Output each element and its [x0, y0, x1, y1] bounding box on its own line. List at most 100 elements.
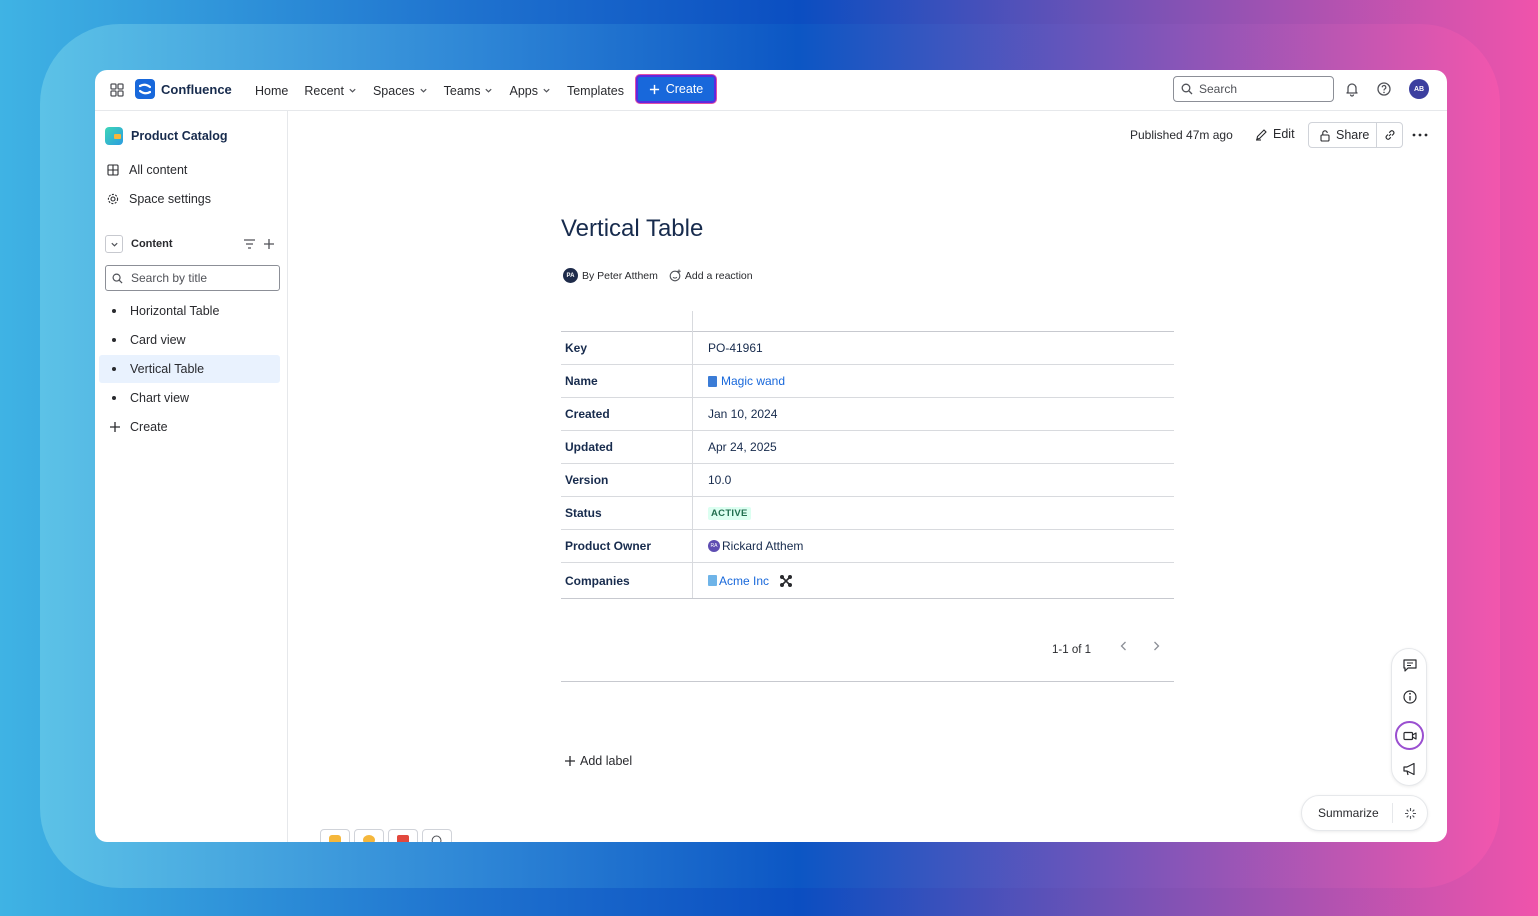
pencil-icon	[1256, 128, 1267, 141]
top-navigation: Confluence Home Recent Spaces Teams Apps…	[95, 70, 1447, 111]
row-value: 10.0	[693, 473, 731, 487]
add-label-text: Add label	[580, 754, 633, 768]
nav-spaces[interactable]: Spaces	[365, 70, 436, 111]
more-actions-icon[interactable]	[1411, 127, 1429, 143]
video-record-button[interactable]	[1395, 721, 1424, 750]
add-label-button[interactable]: Add label	[564, 754, 632, 768]
tree-item-horizontal-table[interactable]: Horizontal Table	[99, 297, 280, 325]
summarize-button[interactable]: Summarize	[1302, 803, 1393, 823]
row-value: ACTIVE	[693, 506, 751, 520]
edit-button[interactable]: Edit	[1255, 127, 1295, 141]
company-link[interactable]: Acme Inc	[719, 574, 769, 588]
row-key: Product Owner	[561, 530, 693, 562]
author-avatar[interactable]: PA	[563, 268, 578, 283]
content-section-header: Content	[105, 235, 275, 253]
row-key: Status	[561, 497, 693, 529]
plus-icon	[649, 84, 659, 94]
byline: PA By Peter Atthem Add a reaction	[563, 268, 753, 283]
tree-item-label: Horizontal Table	[130, 304, 220, 318]
page-icon	[708, 375, 717, 387]
notifications-bell-icon[interactable]	[1344, 81, 1360, 97]
nav-teams[interactable]: Teams	[436, 70, 502, 111]
plus-icon	[110, 422, 120, 432]
key-value: PO-41961	[708, 341, 763, 355]
author-name[interactable]: By Peter Atthem	[582, 270, 658, 282]
chevron-down-icon	[485, 88, 493, 93]
chevron-left-icon[interactable]	[1118, 640, 1130, 652]
nav-templates[interactable]: Templates	[559, 70, 632, 111]
nav-recent[interactable]: Recent	[296, 70, 365, 111]
content-label: Content	[131, 238, 173, 250]
search-by-title-input[interactable]: Search by title	[105, 265, 280, 291]
grid-icon	[107, 164, 119, 176]
nav-spaces-label: Spaces	[372, 83, 415, 98]
space-title: Product Catalog	[131, 129, 228, 143]
table-row: Product Owner RA Rickard Atthem	[561, 530, 1174, 563]
space-header[interactable]: Product Catalog	[105, 127, 228, 145]
table-header-row	[561, 311, 1174, 332]
row-value: PO-41961	[693, 341, 763, 355]
create-button[interactable]: Create	[636, 75, 716, 103]
help-icon[interactable]	[1376, 81, 1392, 97]
share-button[interactable]: Share	[1309, 123, 1377, 147]
company-icon	[708, 575, 717, 586]
sidebar-create-label: Create	[130, 420, 168, 434]
clap-reaction-icon[interactable]	[354, 829, 384, 842]
sidebar-item-space-settings[interactable]: Space settings	[107, 192, 211, 206]
app-switcher-icon[interactable]	[109, 82, 125, 98]
megaphone-icon[interactable]	[1402, 761, 1418, 777]
ai-sparkle-button[interactable]	[1393, 807, 1427, 820]
chevron-down-icon	[420, 88, 427, 93]
sidebar-item-all-content[interactable]: All content	[107, 163, 187, 177]
name-link[interactable]: Magic wand	[721, 374, 785, 388]
owner-avatar[interactable]: RA	[708, 540, 720, 552]
row-key: Name	[561, 365, 693, 397]
updated-value: Apr 24, 2025	[708, 440, 777, 454]
comment-icon[interactable]	[1402, 657, 1418, 673]
nav-home[interactable]: Home	[247, 70, 296, 111]
content-collapse-toggle[interactable]	[105, 235, 123, 253]
create-button-label: Create	[665, 82, 704, 96]
emoji-add-icon[interactable]	[422, 829, 452, 842]
divider	[561, 681, 1174, 682]
table-row: Updated Apr 24, 2025	[561, 431, 1174, 464]
tree-item-card-view[interactable]: Card view	[99, 326, 280, 354]
chevron-right-icon[interactable]	[1150, 640, 1162, 652]
sidebar: Product Catalog All content Space settin…	[95, 111, 288, 842]
sidebar-create-button[interactable]: Create	[109, 420, 168, 434]
bullet-icon	[112, 309, 116, 313]
table-row: Status ACTIVE	[561, 497, 1174, 530]
tree-item-chart-view[interactable]: Chart view	[99, 384, 280, 412]
user-avatar[interactable]: AB	[1409, 79, 1429, 99]
ai-sparkle-icon	[1404, 807, 1416, 819]
bullet-icon	[112, 396, 116, 400]
search-placeholder: Search	[1199, 82, 1238, 96]
copy-link-button[interactable]	[1377, 129, 1402, 141]
add-reaction-button[interactable]: Add a reaction	[669, 269, 753, 282]
row-value: Acme Inc	[693, 574, 793, 588]
row-value: Jan 10, 2024	[693, 407, 777, 421]
tree-item-vertical-table[interactable]: Vertical Table	[99, 355, 280, 383]
video-camera-icon	[1402, 731, 1417, 740]
nav-recent-label: Recent	[304, 83, 344, 98]
brand[interactable]: Confluence	[135, 79, 232, 99]
nav-teams-label: Teams	[443, 83, 481, 98]
published-status[interactable]: Published 47m ago	[1130, 128, 1233, 142]
party-reaction-icon[interactable]	[388, 829, 418, 842]
nav-links: Home Recent Spaces Teams Apps Templates	[247, 70, 632, 111]
nav-apps-label: Apps	[509, 83, 538, 98]
pagination-count: 1-1 of 1	[1052, 644, 1091, 656]
nav-apps[interactable]: Apps	[501, 70, 559, 111]
chevron-down-icon	[349, 88, 356, 93]
add-content-icon[interactable]	[263, 238, 275, 250]
global-search-input[interactable]: Search	[1173, 76, 1334, 102]
filter-icon[interactable]	[243, 238, 256, 250]
info-icon[interactable]	[1402, 689, 1418, 705]
table-row: Companies Acme Inc	[561, 563, 1174, 599]
status-badge: ACTIVE	[708, 506, 751, 520]
vertical-table: Key PO-41961 Name Magic wand Created Jan…	[561, 311, 1174, 599]
owner-name[interactable]: Rickard Atthem	[722, 539, 803, 553]
thumbs-up-reaction-icon[interactable]	[320, 829, 350, 842]
brand-name: Confluence	[161, 81, 232, 97]
connect-app-icon[interactable]	[779, 574, 793, 588]
